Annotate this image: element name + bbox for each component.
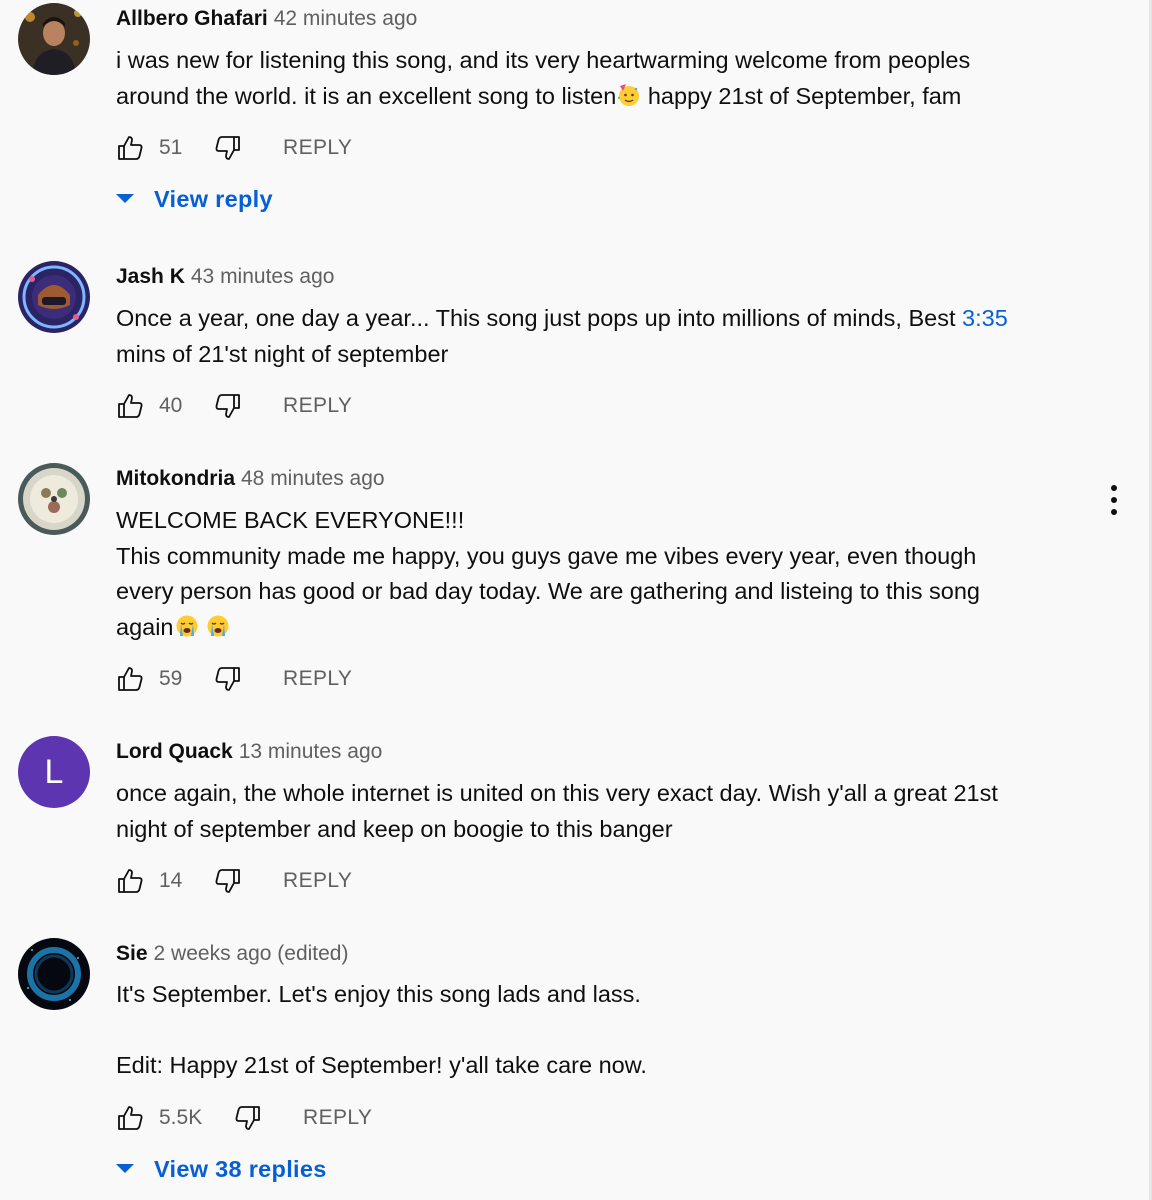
like-button[interactable] [116,391,146,421]
dislike-button[interactable] [212,133,242,163]
comment-text-line: night of september and keep on boogie to… [116,815,673,842]
avatar[interactable] [18,261,90,333]
comment-header: Sie 2 weeks ago (edited) [116,939,348,969]
reply-button[interactable]: REPLY [283,392,352,420]
thumbs-up-icon [118,667,143,691]
comment-text-line: around the world. it is an excellent son… [116,79,1106,115]
kebab-dot-icon [1111,497,1117,503]
like-count: 5.5K [159,1106,203,1129]
comment-text: i was new for listening this song, and i… [116,43,1106,114]
thumbs-down-icon [235,1106,260,1130]
thumbs-up-icon [118,136,143,160]
comment-text: once again, the whole internet is united… [116,776,1106,847]
reply-button[interactable]: REPLY [283,867,352,895]
avatar[interactable]: L [18,736,90,808]
partying-face-emoji-icon [617,83,641,107]
comment-header: Mitokondria 48 minutes ago [116,464,385,494]
like-button[interactable] [116,133,146,163]
avatar[interactable] [18,938,90,1010]
author-name[interactable]: Allbero Ghafari [116,7,268,30]
like-button[interactable] [116,1103,146,1133]
comment-header: Lord Quack 13 minutes ago [116,737,382,767]
kebab-dot-icon [1111,509,1117,515]
dislike-button[interactable] [212,866,242,896]
comment-timestamp[interactable]: 13 minutes ago [239,740,383,763]
thumbs-down-icon [215,869,240,893]
comment-text-line: It's September. Let's enjoy this song la… [116,981,641,1007]
comment-text-line: mins of 21'st night of september [116,340,449,367]
comment-text: Once a year, one day a year... This song… [116,301,1106,372]
view-replies-label: View reply [154,186,273,212]
thumbs-up-icon [118,869,143,893]
like-button[interactable] [116,866,146,896]
comment-header: Jash K 43 minutes ago [116,262,334,292]
comment-timestamp[interactable]: 2 weeks ago (edited) [154,942,349,965]
dislike-button[interactable] [212,664,242,694]
kebab-dot-icon [1111,485,1117,491]
chevron-down-icon [116,1164,134,1174]
comment-text-line: WELCOME BACK EVERYONE!!! [116,507,465,533]
comment-text-line: This community made me happy, you guys g… [116,542,977,569]
comment-timestamp[interactable]: 48 minutes ago [241,467,385,490]
comment-header: Allbero Ghafari 42 minutes ago [116,4,417,34]
loudly-crying-face-emoji-icon [175,614,199,638]
comment-text-line: again [116,610,1106,646]
like-count: 40 [159,394,183,417]
loudly-crying-face-emoji-icon [206,614,230,638]
comment-text-segment: around the world. it is an excellent son… [116,82,617,109]
thumbs-up-icon [118,394,143,418]
reply-button[interactable]: REPLY [283,665,352,693]
thumbs-down-icon [215,667,240,691]
like-count: 51 [159,136,183,159]
comment-timestamp[interactable]: 42 minutes ago [274,7,418,30]
view-replies-button[interactable]: View 38 replies [116,1153,327,1185]
comment-text: WELCOME BACK EVERYONE!!! This community … [116,503,1106,645]
dislike-button[interactable] [212,391,242,421]
comment-text-line: Once a year, one day a year... This song… [116,301,1106,337]
author-name[interactable]: Lord Quack [116,740,233,763]
author-name[interactable]: Sie [116,942,148,965]
chevron-down-icon [116,194,134,204]
avatar[interactable] [18,3,90,75]
view-replies-label: View 38 replies [154,1156,327,1182]
comment-text-segment: Once a year, one day a year... This song… [116,305,963,331]
comment-text-line: Edit: Happy 21st of September! y'all tak… [116,1052,647,1078]
thumbs-down-icon [215,136,240,160]
comment-text-line: every person has good or bad day today. … [116,578,980,604]
video-timestamp-link[interactable]: 3:35 [962,305,1008,331]
author-name[interactable]: Jash K [116,265,185,288]
thumbs-down-icon [215,394,240,418]
comments-section: Allbero Ghafari 42 minutes ago i was new … [0,0,1152,1200]
avatar-letter: L [44,753,64,791]
reply-button[interactable]: REPLY [303,1104,372,1132]
comment-text-segment: happy 21st of September, fam [641,82,962,109]
comment-text-line: i was new for listening this song, and i… [116,47,971,73]
like-button[interactable] [116,664,146,694]
dislike-button[interactable] [232,1103,262,1133]
view-replies-button[interactable]: View reply [116,183,273,215]
comment-text-line: once again, the whole internet is united… [116,780,998,806]
author-name[interactable]: Mitokondria [116,467,235,490]
comment-text-segment: again [116,613,174,640]
comment-text: It's September. Let's enjoy this song la… [116,977,1106,1084]
comment-timestamp[interactable]: 43 minutes ago [191,265,335,288]
like-count: 14 [159,869,183,892]
avatar[interactable] [18,463,90,535]
like-count: 59 [159,667,183,690]
thumbs-up-icon [118,1106,143,1130]
reply-button[interactable]: REPLY [283,134,352,162]
